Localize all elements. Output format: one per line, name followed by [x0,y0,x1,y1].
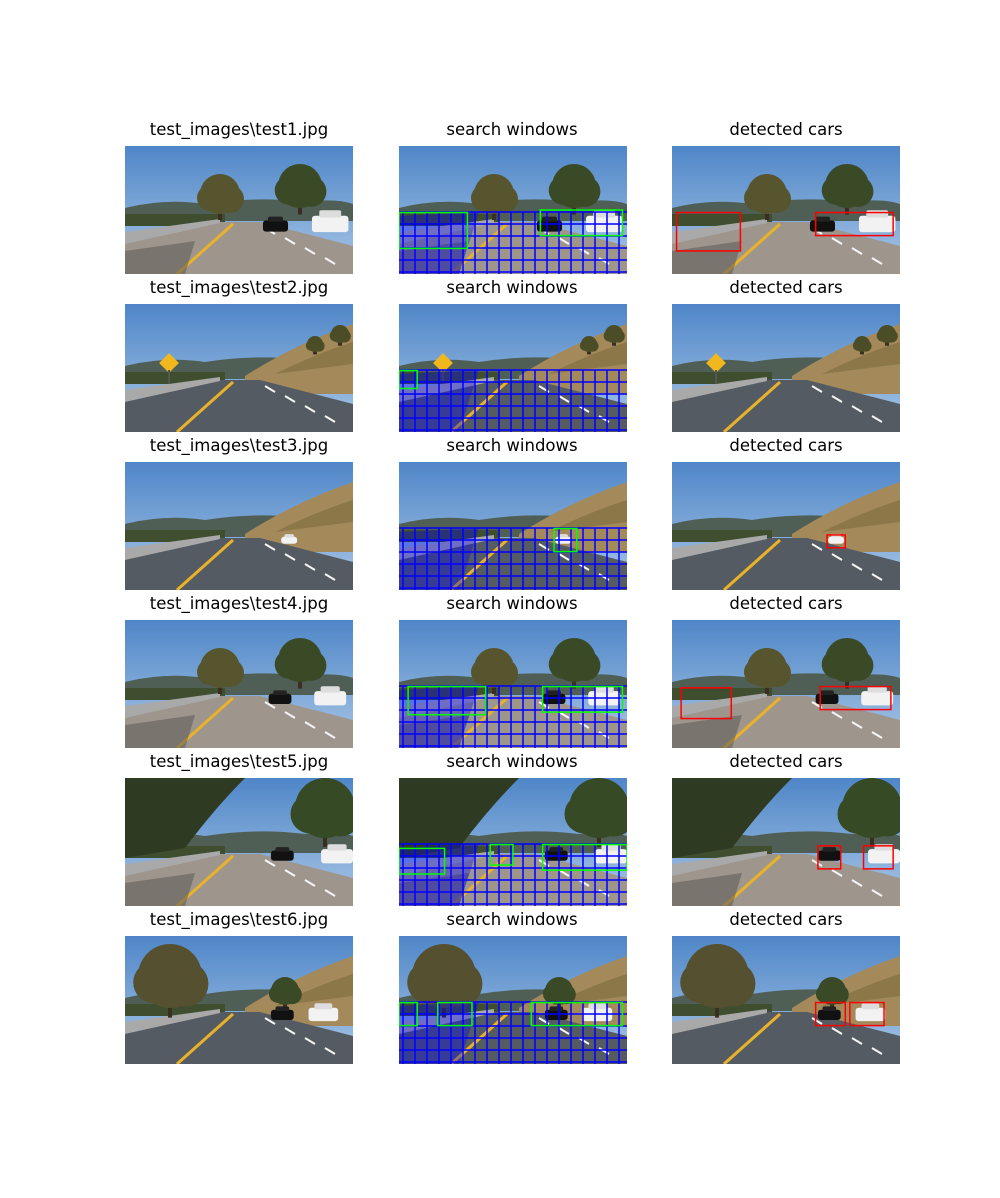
test-image-panel [125,936,353,1064]
detected-cars-title: detected cars [729,594,843,613]
test-image-photo [125,620,353,748]
search-windows-photo [399,304,627,432]
test-image-photo [125,778,353,906]
search-windows-title: search windows [446,594,578,613]
detected-cars-photo [672,936,900,1064]
search-windows-title: search windows [446,278,578,297]
search-windows-panel [399,936,627,1064]
detected-cars-panel [672,146,900,274]
detected-cars-title: detected cars [729,752,843,771]
search-windows-panel [399,146,627,274]
test-image-title: test_images\test6.jpg [149,910,329,929]
search-windows-photo [399,620,627,748]
detected-cars-title: detected cars [729,436,843,455]
test-image-photo [125,462,353,590]
search-windows-title: search windows [446,436,578,455]
detected-cars-panel [672,778,900,906]
test-image-panel [125,304,353,432]
search-windows-photo [399,462,627,590]
search-windows-title: search windows [446,120,578,139]
test-image-panel [125,620,353,748]
detected-cars-photo [672,146,900,274]
detected-cars-title: detected cars [729,278,843,297]
test-image-title: test_images\test1.jpg [149,120,329,139]
detected-cars-photo [672,778,900,906]
test-image-photo [125,304,353,432]
test-image-photo [125,146,353,274]
search-windows-photo [399,146,627,274]
test-image-title: test_images\test4.jpg [149,594,329,613]
detected-cars-panel [672,620,900,748]
test-image-panel [125,146,353,274]
search-windows-photo [399,936,627,1064]
test-image-title: test_images\test3.jpg [149,436,329,455]
search-windows-panel [399,778,627,906]
detected-cars-panel [672,304,900,432]
test-image-panel [125,462,353,590]
search-windows-title: search windows [446,752,578,771]
test-image-title: test_images\test2.jpg [149,278,329,297]
search-windows-title: search windows [446,910,578,929]
detected-cars-photo [672,620,900,748]
detected-cars-panel [672,462,900,590]
search-windows-photo [399,778,627,906]
detected-cars-title: detected cars [729,120,843,139]
test-image-panel [125,778,353,906]
detected-cars-photo [672,304,900,432]
detected-cars-title: detected cars [729,910,843,929]
test-image-photo [125,936,353,1064]
detected-cars-photo [672,462,900,590]
search-windows-panel [399,462,627,590]
detected-cars-panel [672,936,900,1064]
search-windows-panel [399,304,627,432]
search-windows-panel [399,620,627,748]
test-image-title: test_images\test5.jpg [149,752,329,771]
